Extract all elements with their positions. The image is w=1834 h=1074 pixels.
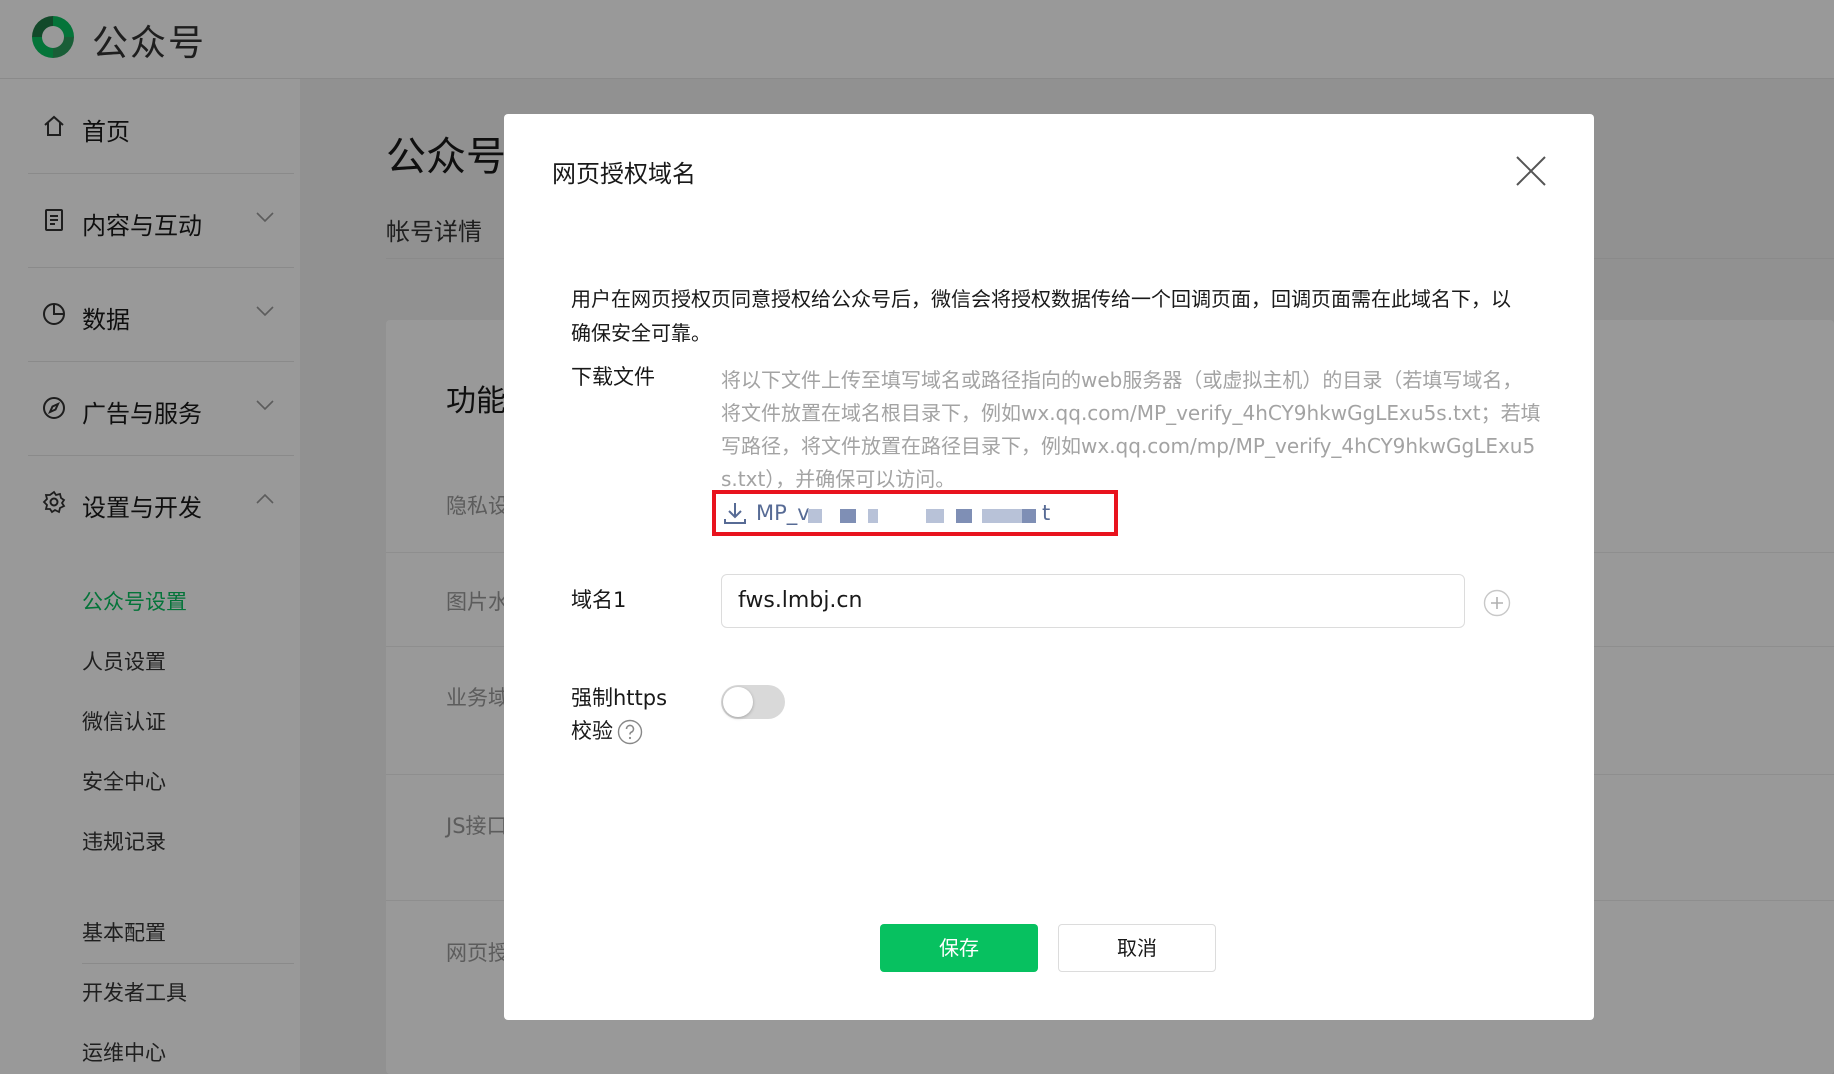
redacted-filename bbox=[756, 501, 1052, 531]
verify-file-download-link[interactable]: MP_v t bbox=[722, 498, 1052, 528]
download-file-label: 下载文件 bbox=[571, 365, 655, 389]
force-https-label-line2-wrap: 校验 bbox=[571, 715, 667, 748]
domain-input[interactable]: fws.lmbj.cn bbox=[721, 574, 1465, 628]
verify-file-name: MP_v t bbox=[756, 501, 1052, 525]
force-https-label: 强制https 校验 bbox=[571, 682, 667, 748]
domain-label: 域名1 bbox=[571, 588, 627, 612]
help-icon[interactable] bbox=[617, 719, 643, 745]
download-icon bbox=[724, 503, 746, 524]
dialog-title: 网页授权域名 bbox=[552, 160, 696, 188]
force-https-toggle[interactable] bbox=[721, 685, 785, 719]
download-hint: 将以下文件上传至填写域名或路径指向的web服务器（或虚拟主机）的目录（若填写域名… bbox=[721, 368, 1541, 491]
cancel-button[interactable]: 取消 bbox=[1058, 924, 1216, 972]
force-https-label-line1: 强制https bbox=[571, 686, 668, 710]
close-icon[interactable] bbox=[1514, 154, 1548, 188]
oauth-domain-dialog: 网页授权域名 用户在网页授权页同意授权给公众号后，微信会将授权数据传给一个回调页… bbox=[504, 114, 1594, 1020]
add-domain-icon[interactable] bbox=[1483, 589, 1511, 617]
save-button[interactable]: 保存 bbox=[880, 924, 1038, 972]
force-https-label-line2: 校验 bbox=[571, 719, 613, 743]
file-name-suffix: t bbox=[1042, 501, 1051, 525]
toggle-knob bbox=[723, 687, 753, 717]
dialog-description: 用户在网页授权页同意授权给公众号后，微信会将授权数据传给一个回调页面，回调页面需… bbox=[571, 287, 1511, 345]
